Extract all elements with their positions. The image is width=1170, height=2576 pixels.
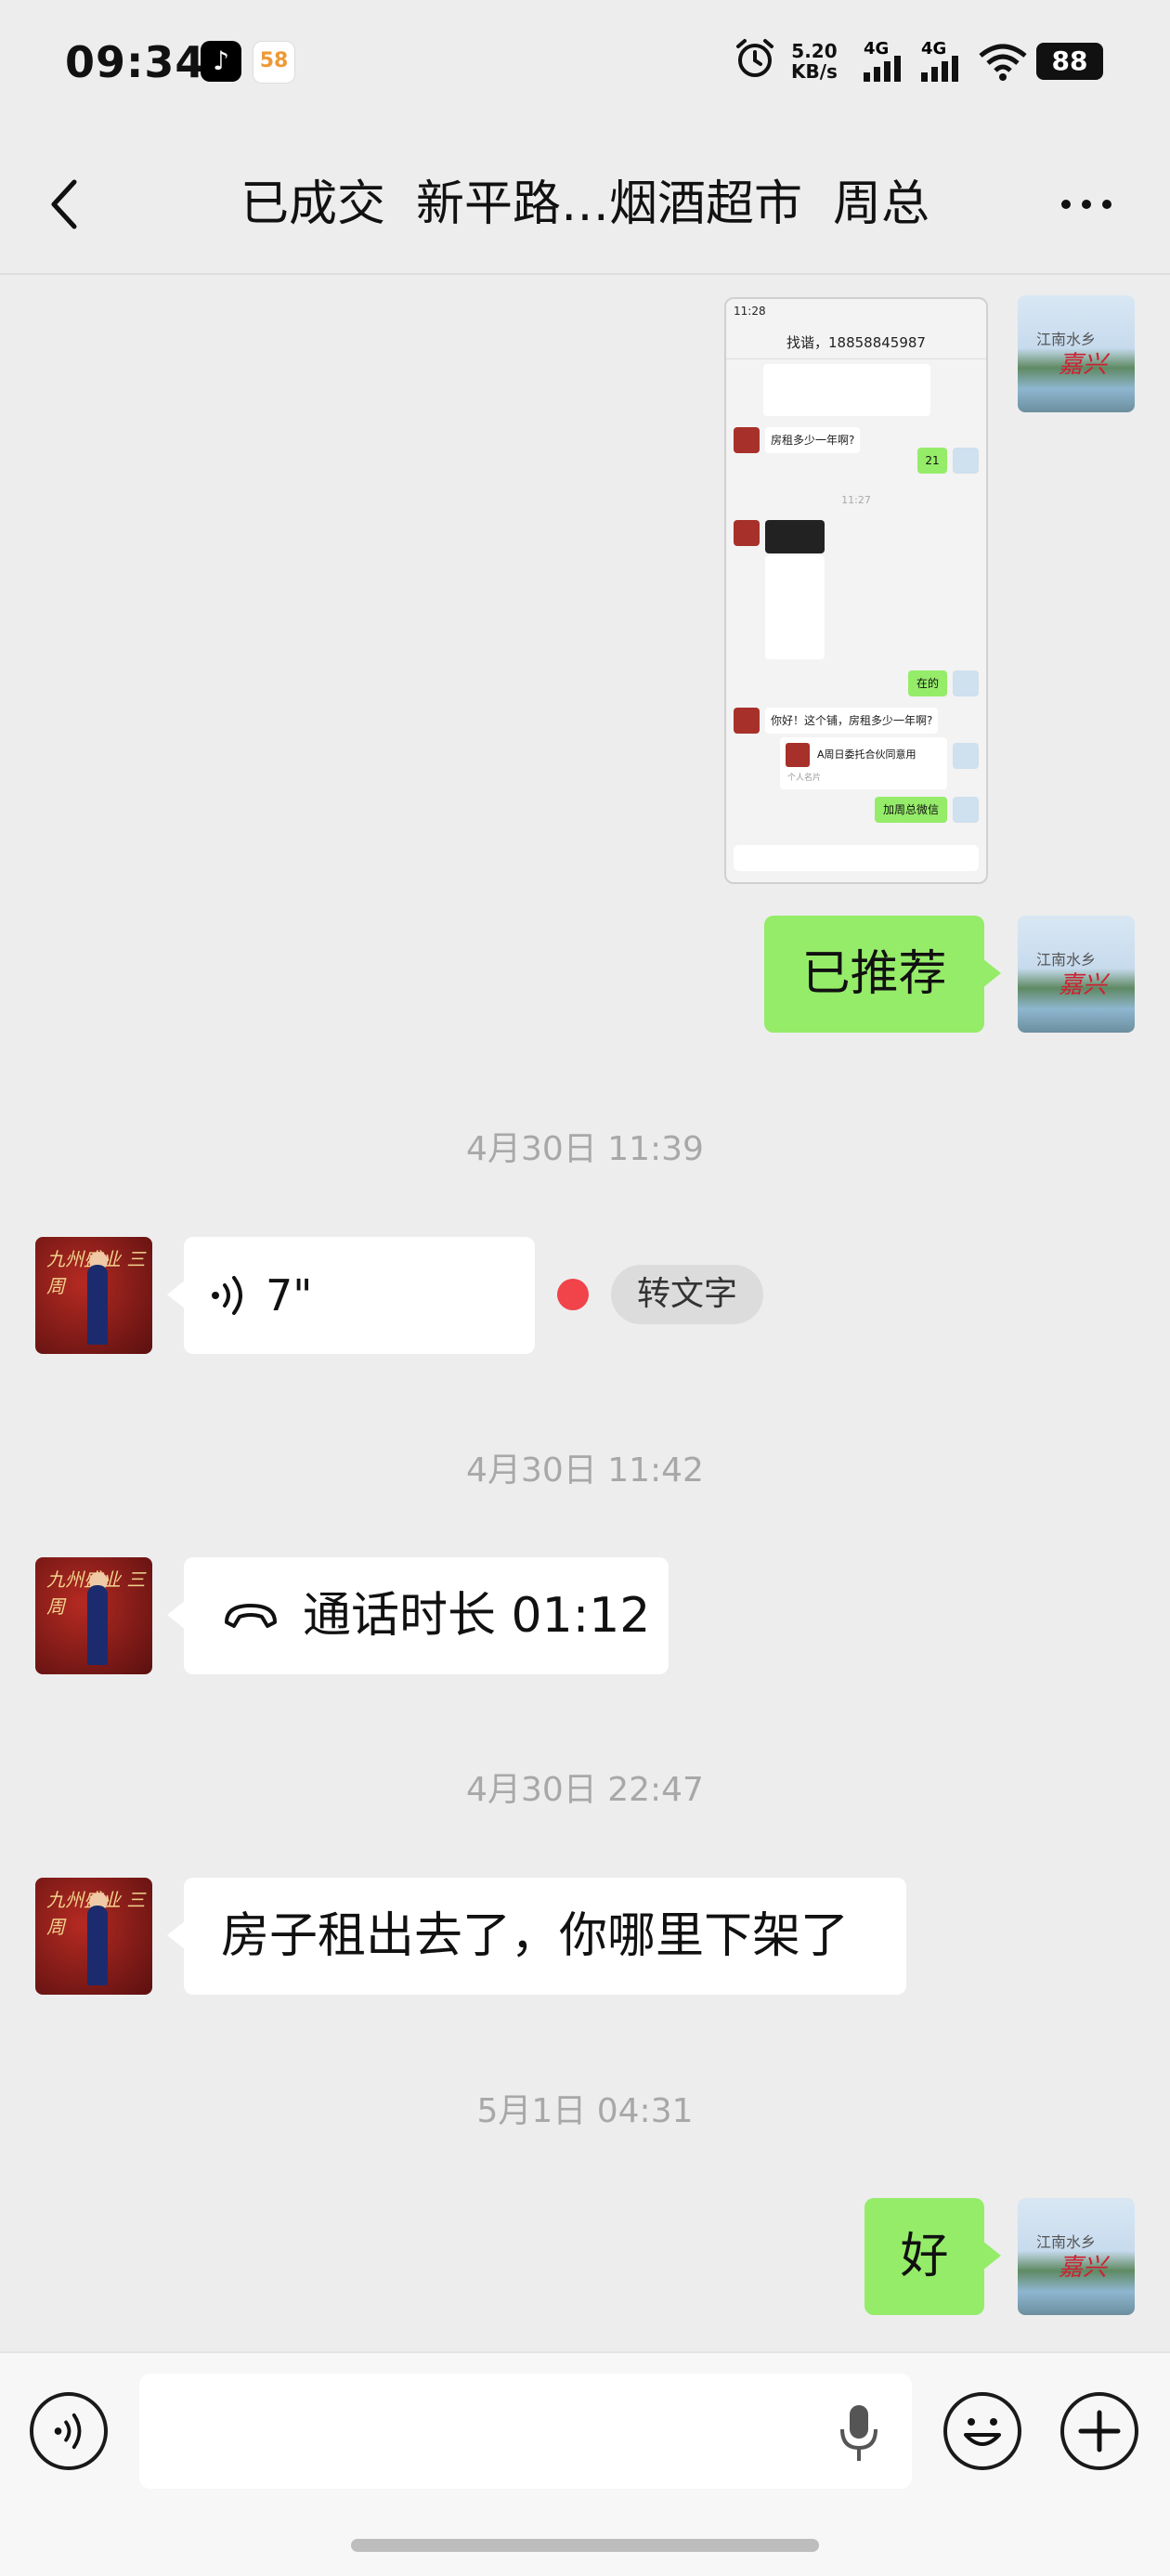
avatar-me[interactable]: 江南水乡 嘉兴 bbox=[1018, 2198, 1135, 2315]
avatar-caption-main: 嘉兴 bbox=[1059, 2254, 1108, 2282]
header-divider bbox=[0, 273, 1170, 275]
chat-title: 已成交 新平路…烟酒超市 周总 bbox=[240, 176, 930, 232]
thumb-avatar-me bbox=[953, 670, 979, 696]
thumb-input bbox=[734, 845, 979, 871]
thumb-card-sub: 个人名片 bbox=[787, 774, 822, 783]
thumb-video bbox=[765, 520, 825, 553]
net-speed: 5.20 KB/s bbox=[791, 41, 838, 82]
voice-mode-icon[interactable] bbox=[30, 2392, 108, 2470]
thumb-chat-title: 找谐，18858845987 bbox=[786, 334, 926, 351]
thumb-divider bbox=[726, 358, 986, 359]
thumb-avatar bbox=[734, 708, 760, 734]
thumb-card-name: A周日委托合伙同意用 bbox=[817, 748, 916, 761]
signal-icon-2: 4G bbox=[921, 39, 958, 82]
emoji-glyph bbox=[964, 2418, 1001, 2446]
voice-mode-glyph bbox=[54, 2413, 82, 2450]
thumb-avatar-me bbox=[953, 448, 979, 474]
thumb-msg-q1: 房租多少一年啊? bbox=[765, 427, 861, 453]
message-bubble-other[interactable]: 房子租出去了，你哪里下架了 bbox=[167, 1878, 906, 1995]
alarm-icon bbox=[736, 39, 774, 77]
thumb-time: 11:27 bbox=[841, 494, 871, 506]
voice-message-bubble[interactable]: 7" bbox=[167, 1237, 535, 1354]
signal-label-2: 4G bbox=[921, 39, 946, 59]
status-time: 09:34 bbox=[65, 37, 206, 87]
image-message-screenshot[interactable]: 11:28 找谐，18858845987 房租多少一年啊? 21 11:27 在… bbox=[724, 297, 988, 884]
signal-label-1: 4G bbox=[864, 39, 889, 59]
message-bubble-me[interactable]: 好 bbox=[864, 2198, 1001, 2315]
home-indicator[interactable] bbox=[351, 2539, 819, 2552]
thumb-msg-q2: 你好！这个铺，房租多少一年啊? bbox=[765, 708, 939, 734]
unread-dot bbox=[557, 1279, 589, 1310]
microphone-icon[interactable] bbox=[836, 2401, 882, 2466]
message-text: 房子租出去了，你哪里下架了 bbox=[221, 1908, 850, 1964]
net-speed-value: 5.20 bbox=[791, 40, 838, 62]
call-duration-text: 通话时长 01:12 bbox=[303, 1588, 651, 1644]
thumb-contact-card: A周日委托合伙同意用 个人名片 bbox=[780, 737, 947, 789]
thumb-avatar-me bbox=[953, 743, 979, 769]
plus-icon[interactable] bbox=[1060, 2392, 1138, 2470]
thumb-avatar bbox=[734, 520, 760, 546]
message-text: 好 bbox=[900, 2229, 949, 2284]
avatar-other[interactable]: 九州盛业 三周 bbox=[35, 1557, 152, 1674]
thumb-doc bbox=[765, 555, 825, 659]
thumb-avatar bbox=[734, 427, 760, 453]
avatar-other[interactable]: 九州盛业 三周 bbox=[35, 1237, 152, 1354]
thumb-status-time: 11:28 bbox=[734, 305, 766, 318]
voice-wave-icon bbox=[212, 1276, 242, 1315]
phone-hangup-icon bbox=[225, 1604, 277, 1628]
thumb-avatar-me bbox=[953, 797, 979, 823]
message-input[interactable] bbox=[139, 2374, 912, 2489]
net-speed-unit: KB/s bbox=[791, 60, 838, 83]
thumb-card bbox=[763, 364, 930, 416]
convert-to-text-button[interactable]: 转文字 bbox=[611, 1265, 764, 1324]
avatar-other[interactable]: 九州盛业 三周 bbox=[35, 1878, 152, 1995]
call-record-bubble[interactable]: 通话时长 01:12 bbox=[167, 1557, 669, 1674]
message-timestamp: 4月30日 22:47 bbox=[466, 1771, 704, 1809]
avatar-caption-main: 嘉兴 bbox=[1059, 971, 1108, 999]
message-timestamp: 4月30日 11:39 bbox=[466, 1130, 704, 1168]
avatar-me[interactable]: 江南水乡 嘉兴 bbox=[1018, 916, 1135, 1033]
voice-duration: 7" bbox=[266, 1270, 313, 1321]
message-timestamp: 5月1日 04:31 bbox=[476, 2092, 694, 2130]
emoji-icon[interactable] bbox=[943, 2392, 1021, 2470]
thumb-msg-add: 加周总微信 bbox=[875, 797, 947, 823]
avatar-me[interactable]: 江南水乡 嘉兴 bbox=[1018, 295, 1135, 412]
plus-glyph bbox=[1078, 2410, 1121, 2452]
battery-indicator: 88 bbox=[1036, 43, 1103, 80]
message-timestamp: 4月30日 11:42 bbox=[466, 1451, 704, 1490]
message-text: 已推荐 bbox=[801, 946, 947, 1002]
message-bubble-me[interactable]: 已推荐 bbox=[764, 916, 1001, 1033]
58-app-icon: 58 bbox=[253, 41, 295, 84]
tiktok-icon: ♪ bbox=[201, 41, 241, 82]
signal-icon: 4G bbox=[864, 39, 901, 82]
thumb-msg-21: 21 bbox=[917, 448, 947, 474]
more-dots-icon[interactable] bbox=[1059, 195, 1114, 214]
avatar-caption-main: 嘉兴 bbox=[1059, 351, 1108, 379]
thumb-msg-zai: 在的 bbox=[908, 670, 947, 696]
wifi-icon bbox=[979, 44, 1027, 81]
